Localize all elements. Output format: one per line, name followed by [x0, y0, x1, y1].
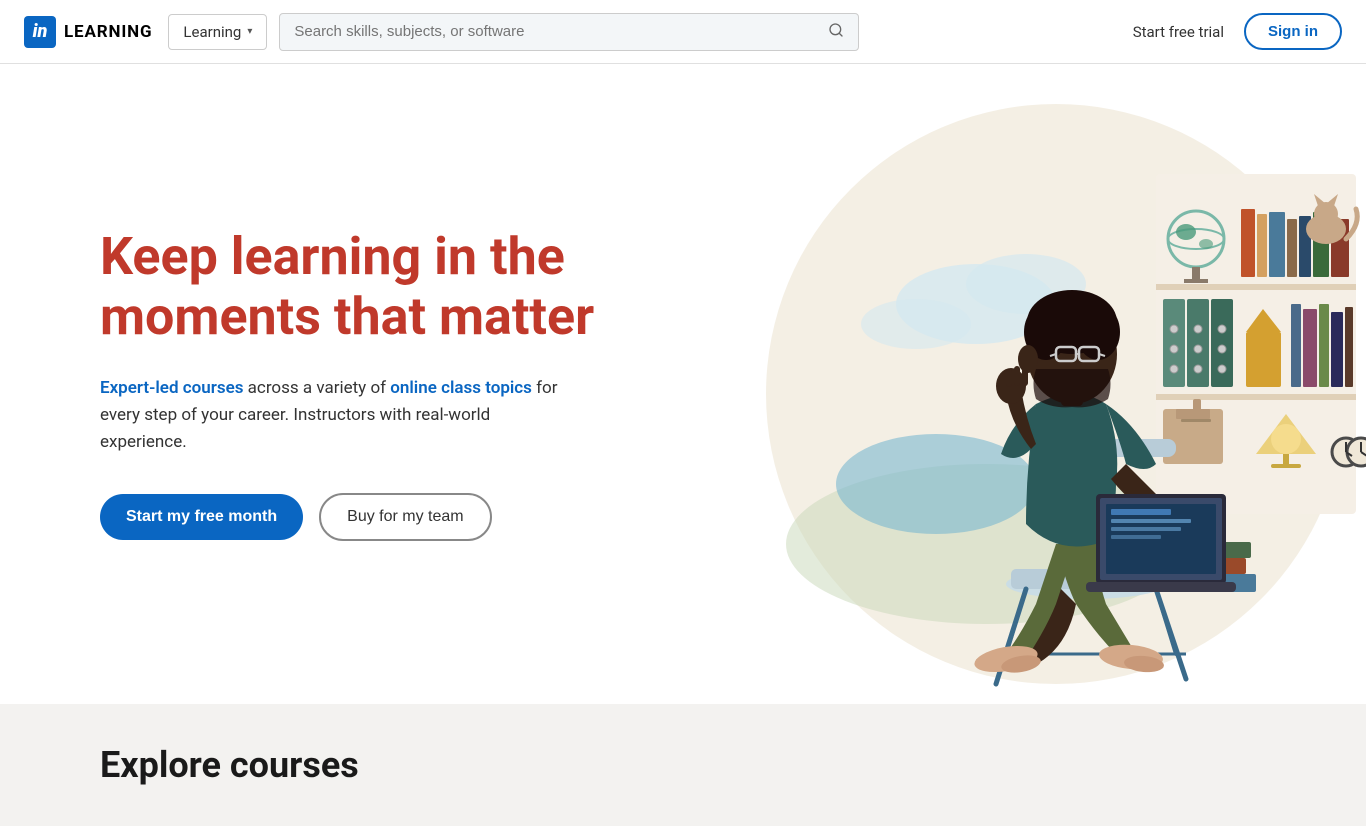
search-input[interactable] — [294, 23, 818, 40]
expert-led-link[interactable]: Expert-led courses — [100, 378, 243, 398]
buy-for-team-button[interactable]: Buy for my team — [319, 493, 491, 541]
hero-illustration — [666, 64, 1366, 704]
hero-section: Keep learning in the moments that matter… — [0, 64, 1366, 704]
logo[interactable]: in LEARNING — [24, 16, 152, 48]
navbar-actions: Start free trial Sign in — [1133, 13, 1342, 50]
dropdown-label: Learning — [183, 23, 241, 41]
hero-subtitle: Expert-led courses across a variety of o… — [100, 375, 580, 457]
hero-title: Keep learning in the moments that matter — [100, 227, 680, 347]
start-free-month-button[interactable]: Start my free month — [100, 494, 303, 540]
explore-title: Explore courses — [100, 744, 1266, 786]
sign-in-button[interactable]: Sign in — [1244, 13, 1342, 50]
learning-dropdown[interactable]: Learning ▾ — [168, 14, 267, 50]
search-icon — [828, 22, 844, 42]
start-free-trial-link[interactable]: Start free trial — [1133, 23, 1224, 41]
search-bar — [279, 13, 859, 51]
explore-section: Explore courses — [0, 704, 1366, 826]
brand-name: LEARNING — [64, 22, 152, 42]
linkedin-icon: in — [24, 16, 56, 48]
online-class-link[interactable]: online class topics — [390, 378, 532, 398]
hero-buttons: Start my free month Buy for my team — [100, 493, 680, 541]
chevron-down-icon: ▾ — [247, 26, 252, 37]
navbar: in LEARNING Learning ▾ Start free trial … — [0, 0, 1366, 64]
hero-content: Keep learning in the moments that matter… — [100, 227, 680, 540]
